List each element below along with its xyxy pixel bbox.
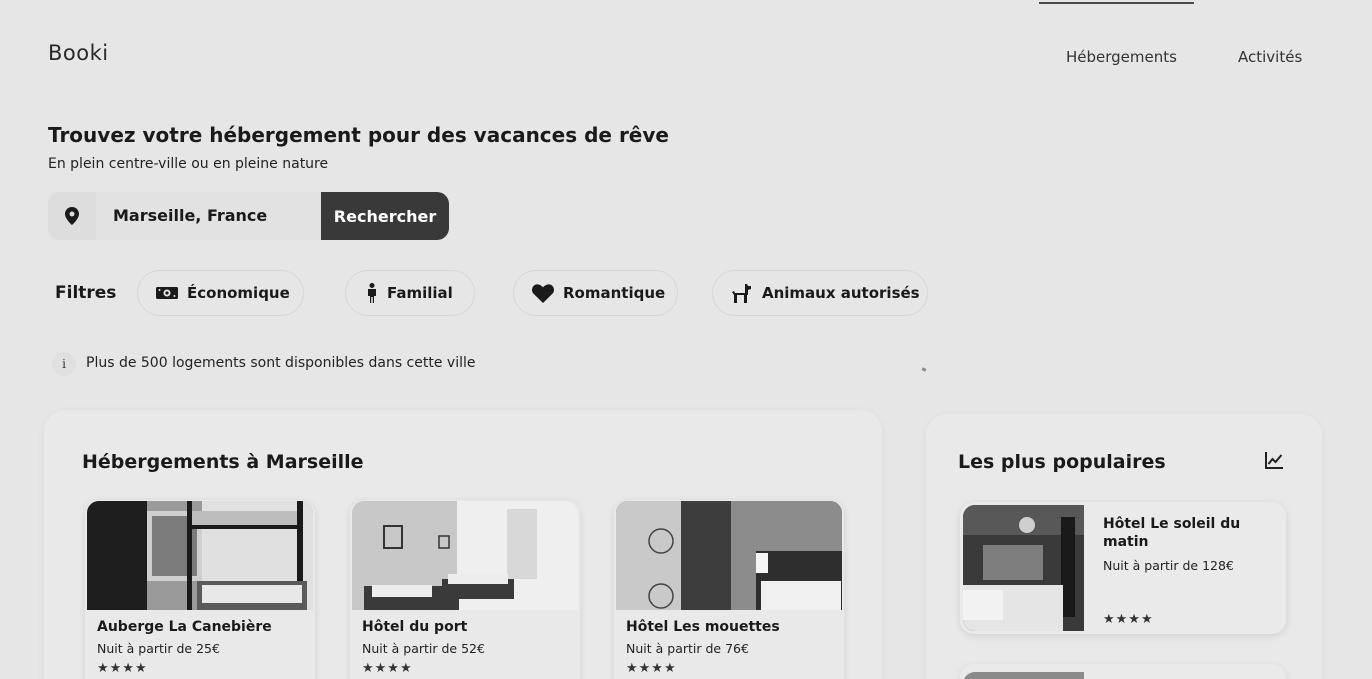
filter-familial[interactable]: Familial xyxy=(345,270,475,316)
nav-link-hebergements[interactable]: Hébergements xyxy=(1066,48,1177,66)
rating-stars: ★★★★ xyxy=(362,661,413,676)
filter-label: Économique xyxy=(187,284,290,302)
popular-price: Nuit à partir de 128€ xyxy=(1103,558,1234,573)
search-button[interactable]: Rechercher xyxy=(321,192,449,240)
listing-card[interactable]: Hôtel Les mouettes Nuit à partir de 76€ … xyxy=(614,500,844,679)
rating-stars: ★★★★ xyxy=(97,661,148,676)
search-input[interactable]: Marseille, France xyxy=(113,206,267,225)
listing-price: Nuit à partir de 52€ xyxy=(362,641,485,656)
nav-link-activites[interactable]: Activités xyxy=(1238,48,1302,66)
popular-card[interactable]: Hôtel Le soleil du matin Nuit à partir d… xyxy=(960,502,1286,634)
rating-stars: ★★★★ xyxy=(1103,612,1154,627)
filter-romantique[interactable]: Romantique xyxy=(513,270,678,316)
listing-price: Nuit à partir de 76€ xyxy=(626,641,749,656)
page-subtitle: En plein centre-ville ou en pleine natur… xyxy=(48,156,329,172)
trend-chart-icon xyxy=(1265,452,1284,473)
heart-icon xyxy=(532,283,554,303)
logo[interactable]: Booki xyxy=(48,41,109,65)
popular-title: Les plus populaires xyxy=(958,451,1166,473)
page-title: Trouvez votre hébergement pour des vacan… xyxy=(48,123,669,147)
listing-card[interactable]: Auberge La Canebière Nuit à partir de 25… xyxy=(85,500,315,679)
filter-label: Romantique xyxy=(563,284,666,302)
filter-label: Animaux autorisés xyxy=(762,284,920,302)
filter-label: Familial xyxy=(387,284,453,302)
dog-icon xyxy=(731,282,753,304)
listings-title: Hébergements à Marseille xyxy=(82,451,364,473)
popular-card[interactable] xyxy=(960,664,1286,679)
person-icon xyxy=(366,283,378,303)
rating-stars: ★★★★ xyxy=(626,661,677,676)
filter-economique[interactable]: Économique xyxy=(137,270,304,316)
popular-photo xyxy=(963,672,1084,679)
listing-price: Nuit à partir de 25€ xyxy=(97,641,220,656)
filters-label: Filtres xyxy=(55,283,117,303)
listing-photo xyxy=(616,501,842,610)
filter-animaux[interactable]: Animaux autorisés xyxy=(712,270,928,316)
info-text: Plus de 500 logements sont disponibles d… xyxy=(86,355,476,371)
info-icon: i xyxy=(52,352,76,376)
listing-name: Hôtel du port xyxy=(362,619,468,635)
popular-photo xyxy=(963,505,1084,631)
money-icon xyxy=(156,285,178,301)
listing-photo xyxy=(352,501,578,610)
listing-card[interactable]: Hôtel du port Nuit à partir de 52€ ★★★★ xyxy=(350,500,580,679)
listing-name: Auberge La Canebière xyxy=(97,619,272,635)
popular-name: Hôtel Le soleil du matin xyxy=(1103,516,1241,550)
listing-name: Hôtel Les mouettes xyxy=(626,619,780,635)
location-pin-icon xyxy=(48,192,96,240)
decorative-mark xyxy=(921,367,927,372)
listing-photo xyxy=(87,501,313,610)
active-indicator xyxy=(1039,2,1194,4)
